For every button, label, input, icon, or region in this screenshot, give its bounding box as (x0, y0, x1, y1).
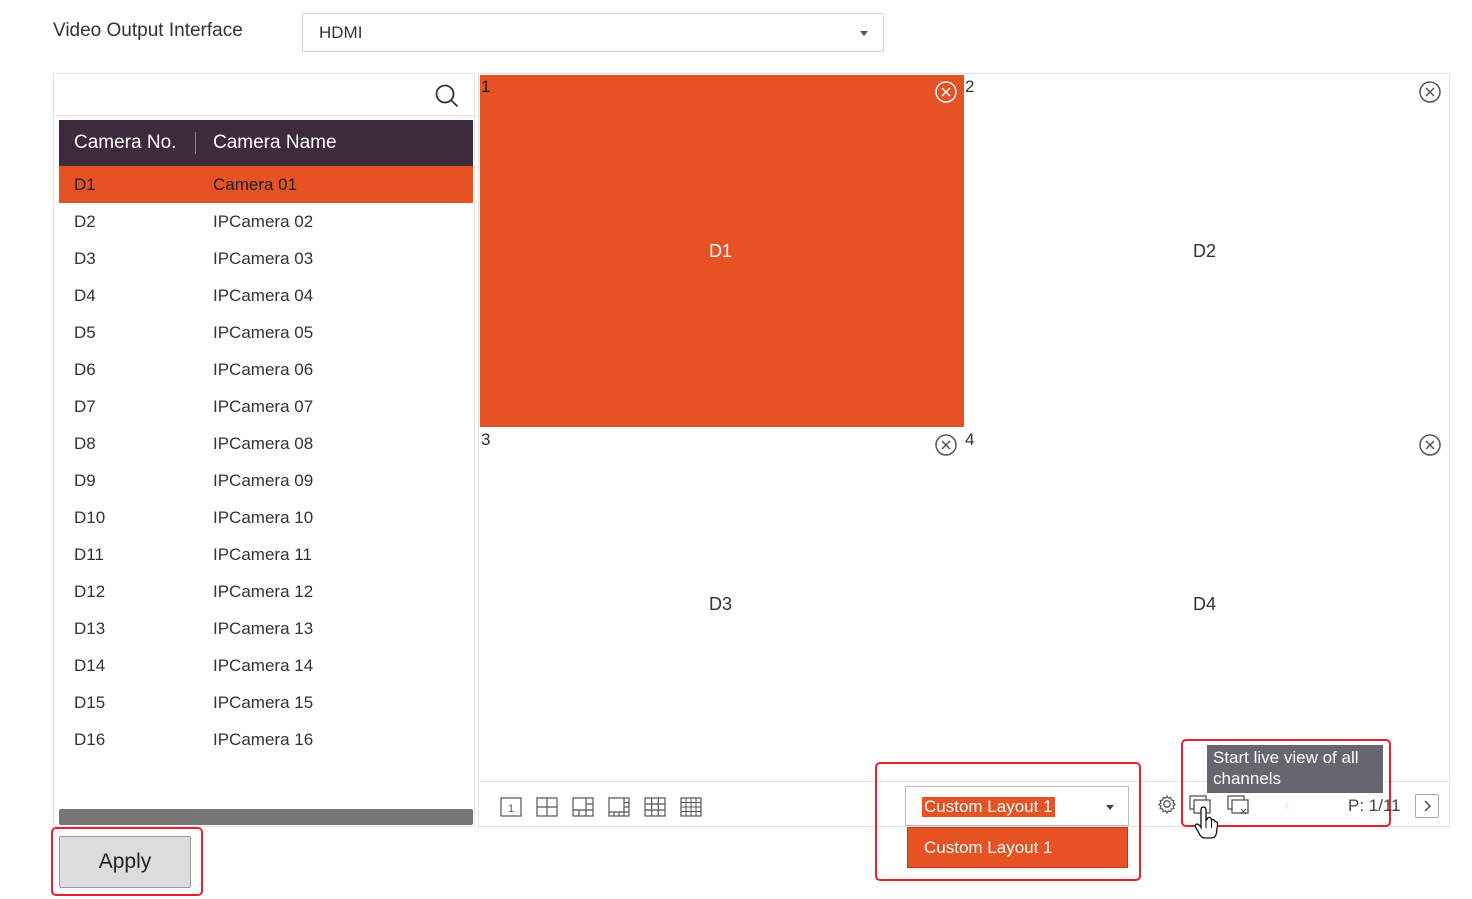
custom-layout-value: Custom Layout 1 (922, 797, 1055, 817)
page-indicator: P: 1/11 (1348, 796, 1401, 815)
layout-16-icon[interactable] (680, 797, 702, 817)
window-camera-label: D4 (1193, 594, 1217, 614)
close-icon[interactable] (934, 80, 958, 104)
camera-name-cell: IPCamera 12 (213, 582, 314, 601)
camera-no-cell: D13 (74, 619, 106, 638)
table-row[interactable]: D16 IPCamera 16 (59, 721, 473, 758)
custom-layout-option[interactable]: Custom Layout 1 (907, 827, 1128, 868)
live-view-tooltip: Start live view of all channels (1207, 745, 1383, 793)
window-camera-label: D1 (709, 241, 733, 261)
apply-button[interactable]: Apply (59, 836, 191, 888)
table-row[interactable]: D15 IPCamera 15 (59, 684, 473, 721)
table-row[interactable]: D14 IPCamera 14 (59, 647, 473, 684)
next-page-button[interactable] (1415, 794, 1439, 818)
camera-name-cell: IPCamera 05 (213, 323, 314, 342)
gear-icon[interactable] (1155, 792, 1179, 816)
table-row[interactable]: D1 Camera 01 (59, 166, 473, 203)
camera-no-cell: D16 (74, 730, 106, 749)
table-row[interactable]: D12 IPCamera 12 (59, 573, 473, 610)
layout-6-icon[interactable] (572, 797, 594, 817)
camera-name-cell: IPCamera 14 (213, 656, 314, 675)
search-icon[interactable] (434, 83, 460, 109)
camera-table-body: D1 Camera 01 D2 IPCamera 02 D3 IPCamera 03 D4 I… (59, 166, 473, 758)
layout-9-icon[interactable] (644, 797, 666, 817)
camera-no-cell: D1 (74, 175, 96, 194)
table-row[interactable]: D6 IPCamera 06 (59, 351, 473, 388)
table-row[interactable]: D3 IPCamera 03 (59, 240, 473, 277)
svg-text:1: 1 (508, 803, 514, 815)
window-number: 2 (965, 77, 975, 96)
camera-no-cell: D10 (74, 508, 106, 527)
window-cell-2[interactable]: 2 D2 (964, 75, 1449, 427)
camera-no-cell: D3 (74, 249, 96, 268)
camera-no-cell: D9 (74, 471, 96, 490)
camera-name-cell: IPCamera 09 (213, 471, 314, 490)
window-camera-label: D2 (1193, 241, 1217, 261)
camera-name-cell: IPCamera 11 (213, 545, 312, 564)
custom-layout-select[interactable]: Custom Layout 1 (905, 786, 1129, 826)
custom-layout-option-label: Custom Layout 1 (924, 838, 1053, 857)
table-row[interactable]: D2 IPCamera 02 (59, 203, 473, 240)
camera-no-cell: D6 (74, 360, 96, 379)
camera-name-cell: IPCamera 10 (213, 508, 314, 527)
table-row[interactable]: D7 IPCamera 07 (59, 388, 473, 425)
column-camera-no: Camera No. (74, 132, 177, 153)
camera-name-cell: IPCamera 08 (213, 434, 314, 453)
chevron-down-icon (1106, 805, 1114, 810)
window-cell-4[interactable]: 4 D4 (964, 428, 1449, 780)
close-icon[interactable] (1418, 80, 1442, 104)
chevron-right-icon (1424, 800, 1431, 812)
layout-1-icon[interactable]: 1 (500, 797, 522, 817)
close-icon[interactable] (1418, 433, 1442, 457)
close-icon[interactable] (934, 433, 958, 457)
camera-no-cell: D12 (74, 582, 106, 601)
search-bar[interactable] (54, 74, 474, 116)
layout-8-icon[interactable] (608, 797, 630, 817)
camera-name-cell: IPCamera 13 (213, 619, 314, 638)
camera-name-cell: IPCamera 06 (213, 360, 314, 379)
camera-name-cell: IPCamera 04 (213, 286, 314, 305)
horizontal-scrollbar[interactable] (59, 809, 473, 825)
video-output-select[interactable]: HDMI (302, 13, 884, 52)
window-cell-3[interactable]: 3 D3 (480, 428, 964, 780)
window-number: 3 (481, 430, 491, 449)
table-row[interactable]: D13 IPCamera 13 (59, 610, 473, 647)
camera-list-panel: Camera No. Camera Name D1 Camera 01 D2 IPCa… (53, 73, 475, 827)
camera-no-cell: D14 (74, 656, 106, 675)
hand-cursor-icon (1194, 806, 1219, 839)
camera-name-cell: IPCamera 03 (213, 249, 314, 268)
camera-name-cell: IPCamera 07 (213, 397, 314, 416)
camera-name-cell: IPCamera 02 (213, 212, 314, 231)
video-output-label: Video Output Interface (53, 20, 243, 41)
video-output-value: HDMI (319, 23, 363, 42)
window-number: 1 (481, 77, 491, 96)
layout-4-icon[interactable] (536, 797, 558, 817)
column-divider (195, 132, 196, 154)
table-row[interactable]: D10 IPCamera 10 (59, 499, 473, 536)
camera-no-cell: D15 (74, 693, 106, 712)
camera-no-cell: D8 (74, 434, 96, 453)
camera-table-header: Camera No. Camera Name (59, 120, 473, 166)
camera-name-cell: IPCamera 15 (213, 693, 314, 712)
table-row[interactable]: D8 IPCamera 08 (59, 425, 473, 462)
camera-no-cell: D11 (74, 545, 104, 564)
camera-no-cell: D5 (74, 323, 96, 342)
window-cell-1[interactable]: 1 D1 (480, 75, 964, 427)
camera-no-cell: D7 (74, 397, 96, 416)
camera-no-cell: D4 (74, 286, 96, 305)
table-row[interactable]: D9 IPCamera 09 (59, 462, 473, 499)
chevron-down-icon (860, 31, 868, 36)
table-row[interactable]: D5 IPCamera 05 (59, 314, 473, 351)
camera-name-cell: IPCamera 16 (213, 730, 314, 749)
table-row[interactable]: D4 IPCamera 04 (59, 277, 473, 314)
window-number: 4 (965, 430, 975, 449)
view-grid-panel: 1 D1 2 D2 3 D3 4 D4 1 (478, 73, 1450, 827)
column-camera-name: Camera Name (213, 132, 337, 153)
table-row[interactable]: D11 IPCamera 11 (59, 536, 473, 573)
camera-no-cell: D2 (74, 212, 96, 231)
window-camera-label: D3 (709, 594, 733, 614)
camera-name-cell: Camera 01 (213, 175, 298, 194)
